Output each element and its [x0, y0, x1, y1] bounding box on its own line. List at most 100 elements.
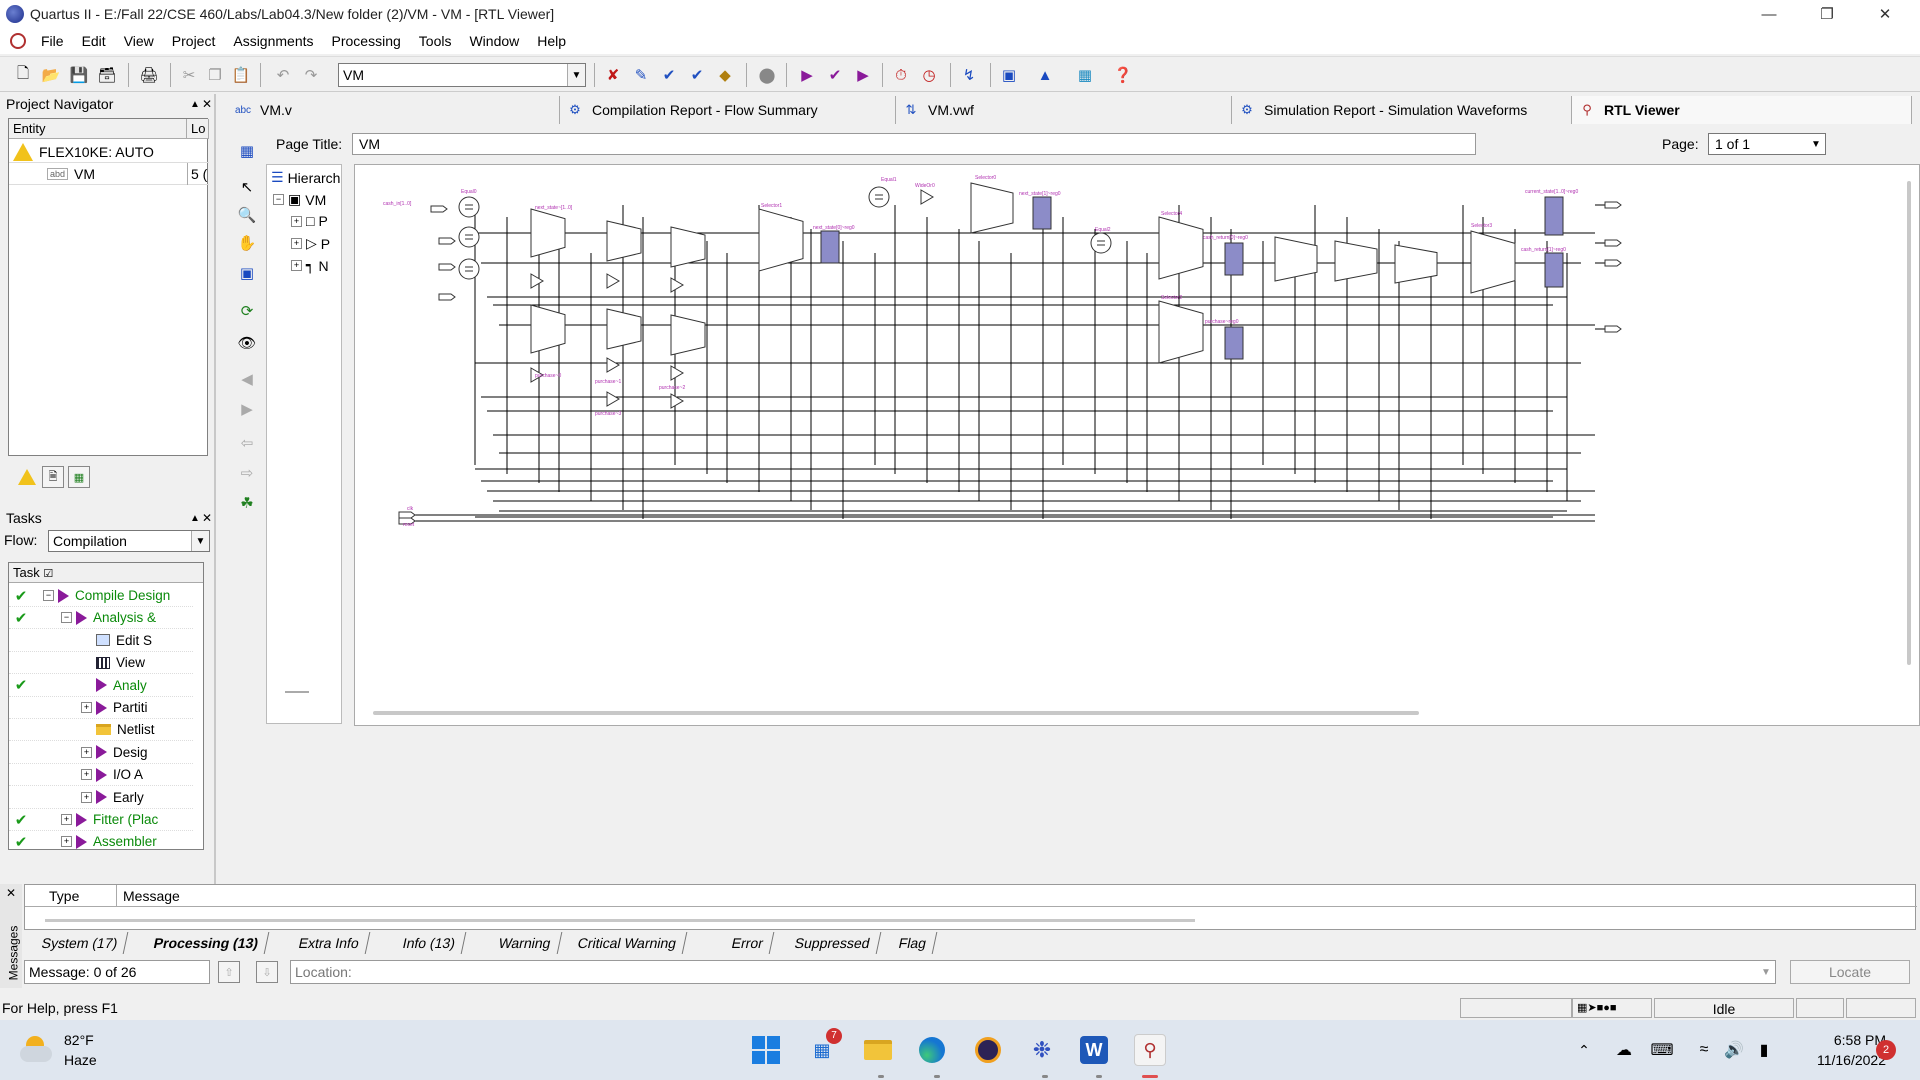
previous-page-icon[interactable]: ⇦ — [236, 432, 258, 454]
collapse-icon[interactable]: − — [273, 194, 284, 205]
redo-icon[interactable]: ↷ — [300, 64, 322, 86]
copy-icon[interactable]: ❐ — [204, 64, 226, 86]
megawizard-icon[interactable]: ▦ — [1074, 64, 1096, 86]
simulation-icon[interactable]: ↯ — [958, 64, 980, 86]
entity-combo[interactable]: VM ▼ — [338, 63, 586, 87]
tree-item-ports[interactable]: + □ P — [291, 213, 328, 229]
menu-assignments[interactable]: Assignments — [224, 33, 322, 49]
paste-icon[interactable]: 📋 — [230, 64, 252, 86]
next-message-icon[interactable]: ⇩ — [256, 961, 278, 983]
task-row[interactable]: ✔ Analy — [9, 675, 193, 697]
task-list[interactable]: Task ☑ ✔ − Compile Design ✔ − Analysis & Edit … — [8, 562, 204, 850]
previous-message-icon[interactable]: ⇧ — [218, 961, 240, 983]
pin-icon[interactable]: ▲ — [190, 513, 200, 524]
hand-tool-icon[interactable]: ✋ — [236, 232, 258, 254]
message-tab[interactable]: Flag — [888, 932, 938, 954]
fitter-icon[interactable]: ◆ — [714, 64, 736, 86]
start-timing-icon[interactable]: ▶ — [852, 64, 874, 86]
wifi-icon[interactable]: ≈ — [1688, 1034, 1720, 1066]
horizontal-scrollbar[interactable] — [45, 919, 1195, 922]
help-icon[interactable]: ❓ — [1112, 64, 1134, 86]
fit-window-icon[interactable]: ▣ — [236, 262, 258, 284]
open-icon[interactable]: 📂 — [40, 64, 62, 86]
tab-compilation-report[interactable]: ⚙ Compilation Report - Flow Summary — [560, 96, 896, 124]
restore-button[interactable]: ❐ — [1804, 0, 1850, 28]
close-icon[interactable]: ✕ — [202, 97, 212, 111]
lo-column-header[interactable]: Lo — [187, 119, 209, 139]
save-all-icon[interactable]: 🗃 — [96, 64, 118, 86]
edge-icon[interactable] — [916, 1034, 948, 1066]
expand-icon[interactable]: + — [291, 260, 302, 271]
next-page-icon[interactable]: ⇨ — [236, 462, 258, 484]
chevron-up-icon[interactable]: ⌃ — [1568, 1034, 1600, 1066]
pin-icon[interactable]: ▲ — [190, 99, 200, 110]
menu-tools[interactable]: Tools — [410, 33, 461, 49]
horizontal-scrollbar[interactable] — [373, 711, 1419, 715]
minimize-button[interactable]: — — [1746, 0, 1792, 28]
battery-icon[interactable]: ▮ — [1748, 1034, 1780, 1066]
zoom-icon[interactable]: 🔍 — [236, 204, 258, 226]
files-icon[interactable]: 🗎 — [42, 466, 64, 488]
pin-planner-icon[interactable]: ✎ — [630, 64, 652, 86]
expand-icon[interactable]: + — [291, 238, 302, 249]
start-analysis-icon[interactable]: ✔ — [824, 64, 846, 86]
message-column-header[interactable]: Message — [117, 885, 1917, 907]
chevron-down-icon[interactable]: ▼ — [1757, 961, 1775, 983]
expand-icon[interactable]: + — [291, 215, 302, 227]
task-row[interactable]: + Early — [9, 787, 193, 809]
task-column-header[interactable]: Task ☑ — [9, 563, 203, 583]
programmer-icon[interactable]: ▲ — [1034, 64, 1056, 86]
file-explorer-icon[interactable] — [862, 1034, 894, 1066]
tab-simulation-report[interactable]: ⚙ Simulation Report - Simulation Wavefor… — [1232, 96, 1572, 124]
warning-icon[interactable] — [16, 466, 38, 488]
tree-item-nets[interactable]: + ┑ N — [291, 257, 329, 274]
list-item[interactable]: FLEX10KE: AUTO — [9, 141, 209, 163]
page-title-field[interactable]: VM — [352, 133, 1476, 155]
menu-view[interactable]: View — [115, 33, 163, 49]
menu-edit[interactable]: Edit — [73, 33, 115, 49]
clock-icon[interactable]: ◷ — [918, 64, 940, 86]
expand-icon[interactable]: + — [81, 769, 92, 781]
forward-icon[interactable]: ▶ — [236, 398, 258, 420]
analysis-icon[interactable]: ✔ — [686, 64, 708, 86]
message-tab[interactable]: Critical Warning — [568, 932, 689, 954]
eclipse-icon[interactable] — [972, 1034, 1004, 1066]
entity-list[interactable]: Entity Lo FLEX10KE: AUTO abd VM 5 ( — [8, 118, 209, 456]
new-icon[interactable]: 🗋 — [12, 64, 34, 86]
back-icon[interactable]: ◀ — [236, 368, 258, 390]
stop-icon[interactable]: ⬤ — [756, 64, 778, 86]
expand-icon[interactable]: + — [81, 791, 92, 803]
undo-icon[interactable]: ↶ — [272, 64, 294, 86]
quartus-icon[interactable]: ⚲ — [1134, 1034, 1166, 1066]
menu-window[interactable]: Window — [460, 33, 528, 49]
task-row[interactable]: Netlist — [9, 719, 193, 742]
keyboard-icon[interactable]: ⌨ — [1646, 1034, 1678, 1066]
save-icon[interactable]: 💾 — [68, 64, 90, 86]
onedrive-icon[interactable]: ☁ — [1608, 1034, 1640, 1066]
tab-vm-v[interactable]: abc VM.v — [228, 96, 560, 124]
volume-icon[interactable]: 🔊 — [1718, 1034, 1750, 1066]
task-row[interactable]: + Partiti — [9, 697, 193, 719]
chevron-down-icon[interactable]: ▼ — [567, 64, 585, 86]
close-icon[interactable]: ✕ — [202, 511, 212, 525]
expand-icon[interactable]: + — [81, 746, 92, 758]
chevron-down-icon[interactable]: ▼ — [1807, 134, 1825, 154]
app-icon[interactable]: ❉ — [1026, 1034, 1058, 1066]
menu-file[interactable]: File — [32, 33, 73, 49]
message-tab[interactable]: Processing (13) — [143, 932, 270, 954]
rtl-schematic[interactable]: clk reset cash_in[1..0] Equal0 next_state~[1… — [355, 165, 1920, 726]
print-icon[interactable]: 🖨 — [138, 64, 160, 86]
message-tab[interactable]: Suppressed — [784, 932, 881, 954]
locate-button[interactable]: Locate — [1790, 960, 1910, 984]
find-icon[interactable]: 👁 — [236, 332, 258, 354]
hierarchy-up-icon[interactable]: ▦ — [236, 140, 258, 162]
timing-analyzer-icon[interactable]: ⏱ — [890, 64, 912, 86]
task-row[interactable]: ✔ − Analysis & — [9, 607, 193, 630]
panel-splitter[interactable] — [214, 94, 216, 884]
tab-rtl-viewer[interactable]: ⚲ RTL Viewer — [1572, 96, 1912, 124]
task-row[interactable]: + I/O A — [9, 764, 193, 787]
task-row[interactable]: + Desig — [9, 742, 193, 764]
flow-select[interactable]: Compilation ▼ — [48, 530, 210, 552]
weather-icon[interactable] — [18, 1034, 54, 1066]
message-tab[interactable]: Error — [721, 932, 775, 954]
